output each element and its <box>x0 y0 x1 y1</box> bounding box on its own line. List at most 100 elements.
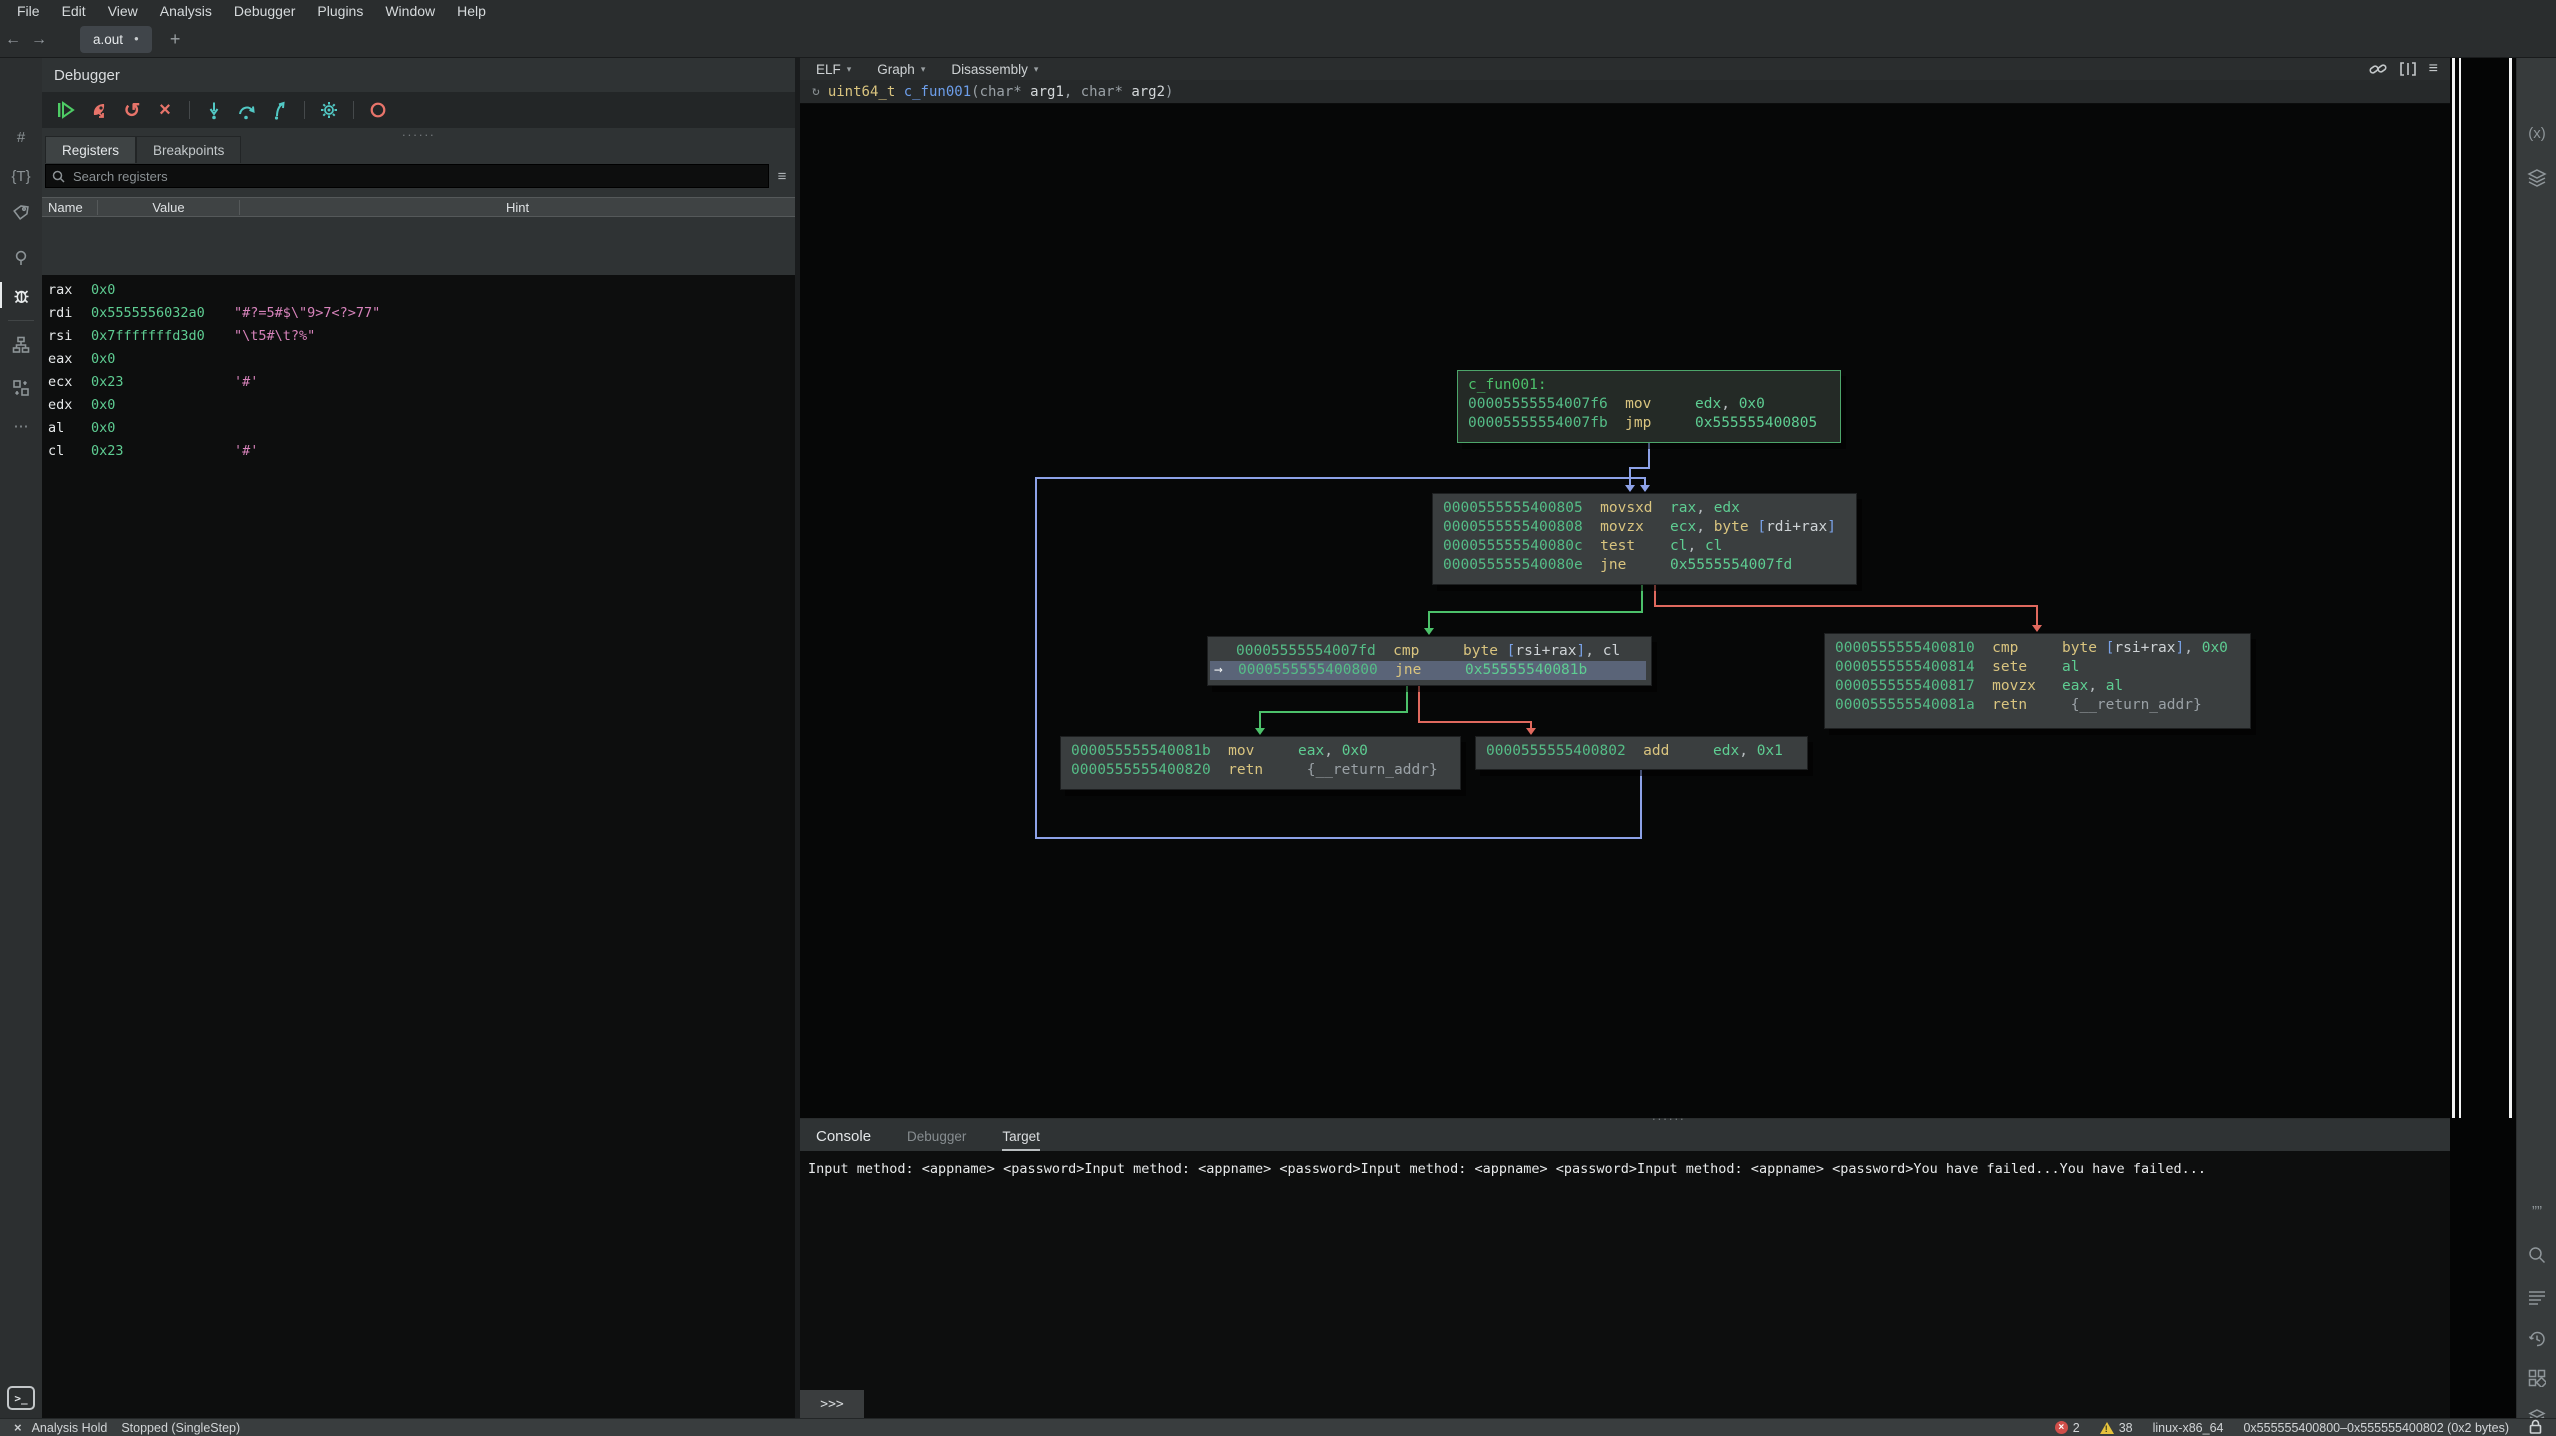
step-over-button[interactable] <box>235 98 259 122</box>
components-grid-icon[interactable] <box>2517 1363 2556 1393</box>
register-name: ecx <box>42 374 91 390</box>
settings-gear-button[interactable] <box>317 98 341 122</box>
cross-references-icon[interactable] <box>0 373 42 403</box>
edge-arrowhead <box>1625 485 1635 492</box>
new-tab-button[interactable]: + <box>170 29 181 50</box>
console-input[interactable] <box>864 1390 2450 1418</box>
table-row[interactable]: al0x0 <box>42 416 795 439</box>
stack-layers-icon[interactable] <box>2517 163 2556 193</box>
graph-view-pane[interactable]: c_fun001:00005555554007f6 mov edx, 0x000… <box>800 58 2450 1118</box>
instruction-line[interactable]: 000055555540081a retn {__return_addr} <box>1825 696 2250 715</box>
graph-block-fail-ret[interactable]: 000055555540081b mov eax, 0x000005555554… <box>1060 736 1461 790</box>
location-pin-icon[interactable] <box>0 243 42 273</box>
instruction-line[interactable]: 00005555554007fd cmp byte [rsi+rax], cl <box>1208 642 1651 661</box>
left-sidebar-strip: # {T} ⋯ >_ <box>0 58 42 1418</box>
graph-block-exit-check[interactable]: 0000555555400810 cmp byte [rsi+rax], 0x0… <box>1824 633 2251 729</box>
instruction-line[interactable]: 0000555555400820 retn {__return_addr} <box>1061 761 1460 780</box>
column-value[interactable]: Value <box>97 200 240 215</box>
register-hint: "\t5#\t?%" <box>234 328 795 344</box>
tab-registers[interactable]: Registers <box>45 136 136 163</box>
list-options-icon[interactable]: ≡ <box>769 168 795 185</box>
instruction-line[interactable]: 0000555555400817 movzx eax, al <box>1825 677 2250 696</box>
resume-button[interactable] <box>54 98 78 122</box>
instruction-line[interactable]: 0000555555400805 movsxd rax, edx <box>1433 499 1856 518</box>
tab-breakpoints[interactable]: Breakpoints <box>136 136 241 163</box>
register-name: rsi <box>42 328 91 344</box>
search-registers-input[interactable] <box>71 168 762 185</box>
tab-console-debugger[interactable]: Debugger <box>907 1129 966 1151</box>
column-hint[interactable]: Hint <box>240 200 795 215</box>
forward-arrow-icon[interactable]: → <box>26 31 52 49</box>
step-into-button[interactable] <box>202 98 226 122</box>
instruction-line[interactable]: 0000555555400814 sete al <box>1825 658 2250 677</box>
instruction-line[interactable]: 00005555554007fb jmp 0x555555400805 <box>1458 414 1840 433</box>
error-count[interactable]: ×2 <box>2055 1421 2080 1435</box>
modified-dot-icon: ● <box>134 34 139 43</box>
tag-icon[interactable] <box>0 198 42 228</box>
graph-block-compare[interactable]: 00005555554007fd cmp byte [rsi+rax], cl→… <box>1207 636 1652 686</box>
menu-view[interactable]: View <box>97 3 149 19</box>
more-panels-icon[interactable]: ⋯ <box>0 411 42 441</box>
table-row[interactable]: rax0x0 <box>42 278 795 301</box>
menu-window[interactable]: Window <box>374 3 446 19</box>
table-row[interactable]: rsi0x7fffffffd3d0"\t5#\t?%" <box>42 324 795 347</box>
warning-count[interactable]: 38 <box>2100 1421 2133 1435</box>
table-row[interactable]: edx0x0 <box>42 393 795 416</box>
scripting-console-icon[interactable]: >_ <box>7 1386 35 1410</box>
restart-button[interactable]: ↺ <box>120 98 144 122</box>
instruction-line[interactable]: 0000555555400802 add edx, 0x1 <box>1476 742 1807 761</box>
mini-graph-icon[interactable] <box>0 330 42 360</box>
feature-map-mark <box>2452 58 2455 1118</box>
instruction-line[interactable]: 0000555555400810 cmp byte [rsi+rax], 0x0 <box>1825 639 2250 658</box>
lock-icon[interactable] <box>2529 1419 2542 1436</box>
console-resize-handle[interactable]: ...... <box>1652 1108 1686 1123</box>
console-panel: Console Debugger Target Input method: <a… <box>800 1118 2450 1418</box>
table-row[interactable]: cl0x23'#' <box>42 439 795 462</box>
variables-icon[interactable]: (x) <box>2517 118 2556 148</box>
menu-edit[interactable]: Edit <box>51 3 97 19</box>
feature-map[interactable] <box>2450 58 2516 1418</box>
right-sidebar-strip: (x) ”” <box>2516 58 2556 1418</box>
strings-quotes-icon[interactable]: ”” <box>2517 1196 2556 1226</box>
debugger-panel: Debugger ↺ × Registers Breakpoints ≡ <box>42 58 795 1418</box>
clear-analysis-icon[interactable]: × <box>14 1420 22 1435</box>
edge-arrowhead <box>1255 728 1265 735</box>
table-row[interactable]: ecx0x23'#' <box>42 370 795 393</box>
current-instruction-line[interactable]: → 0000555555400800 jne 0x55555540081b <box>1210 661 1646 680</box>
column-name[interactable]: Name <box>42 200 97 215</box>
menu-debugger[interactable]: Debugger <box>223 3 307 19</box>
kill-button[interactable]: × <box>153 98 177 122</box>
history-icon[interactable] <box>2517 1324 2556 1354</box>
symbols-icon[interactable]: # <box>0 122 42 152</box>
breakpoint-button[interactable] <box>366 98 390 122</box>
instruction-line[interactable]: 000055555540080e jne 0x5555554007fd <box>1433 556 1856 575</box>
menu-help[interactable]: Help <box>446 3 497 19</box>
instruction-line[interactable]: 000055555540081b mov eax, 0x0 <box>1061 742 1460 761</box>
instruction-line[interactable]: 000055555540080c test cl, cl <box>1433 537 1856 556</box>
tab-console-target[interactable]: Target <box>1002 1129 1040 1151</box>
graph-block-entry[interactable]: c_fun001:00005555554007f6 mov edx, 0x000… <box>1457 370 1841 443</box>
debugger-icon[interactable] <box>0 280 42 310</box>
graph-block-increment[interactable]: 0000555555400802 add edx, 0x1 <box>1475 736 1808 770</box>
instruction-line[interactable]: c_fun001: <box>1458 376 1840 395</box>
instruction-line[interactable]: 00005555554007f6 mov edx, 0x0 <box>1458 395 1840 414</box>
menu-plugins[interactable]: Plugins <box>306 3 374 19</box>
document-tab[interactable]: a.out ● <box>80 26 152 53</box>
console-log[interactable]: Input method: <appname> <password>Input … <box>800 1151 2450 1390</box>
panel-resize-handle[interactable]: ...... <box>402 124 436 139</box>
menu-file[interactable]: File <box>6 3 51 19</box>
table-row[interactable]: rdi0x5555556032a0"#?=5#$\"9>7<?>77" <box>42 301 795 324</box>
sidebar-divider <box>8 320 34 321</box>
types-icon[interactable]: {T} <box>0 161 42 191</box>
back-arrow-icon[interactable]: ← <box>0 31 26 49</box>
attach-button[interactable] <box>87 98 111 122</box>
vertical-splitter[interactable] <box>795 58 800 1418</box>
log-lines-icon[interactable] <box>2517 1283 2556 1313</box>
instruction-line[interactable]: 0000555555400808 movzx ecx, byte [rdi+ra… <box>1433 518 1856 537</box>
step-return-button[interactable] <box>268 98 292 122</box>
error-icon: × <box>2055 1421 2068 1434</box>
table-row[interactable]: eax0x0 <box>42 347 795 370</box>
menu-analysis[interactable]: Analysis <box>149 3 223 19</box>
graph-block-loop-head[interactable]: 0000555555400805 movsxd rax, edx00005555… <box>1432 493 1857 585</box>
find-icon[interactable] <box>2517 1240 2556 1270</box>
